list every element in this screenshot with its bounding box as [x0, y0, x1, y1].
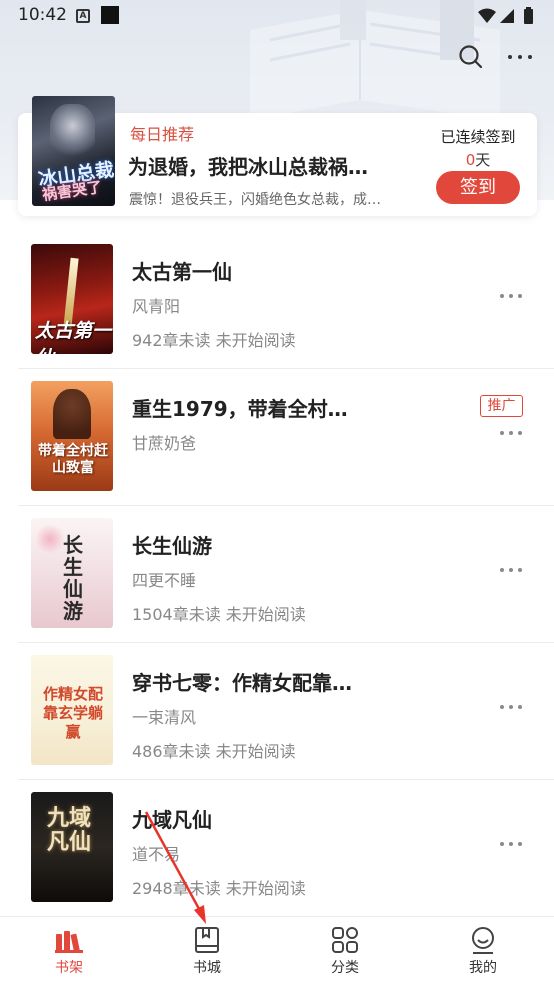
- battery-icon: [524, 9, 533, 24]
- list-item[interactable]: 太古第一仙 太古第一仙 风青阳 942章未读 未开始阅读: [0, 232, 554, 369]
- book-progress: 1504章未读 未开始阅读: [132, 605, 306, 624]
- book-more-icon[interactable]: [500, 838, 524, 850]
- category-icon: [332, 927, 358, 953]
- sign-in-streak-label: 已连续签到: [440, 128, 516, 146]
- book-cover[interactable]: 太古第一仙: [31, 244, 113, 354]
- book-cover[interactable]: 长生仙游: [31, 518, 113, 628]
- wifi-icon: [478, 8, 496, 23]
- tab-category[interactable]: 分类: [276, 917, 414, 984]
- list-item[interactable]: 九域凡仙 九域凡仙 道不易 2948章未读 未开始阅读: [0, 780, 554, 917]
- signal-icon: [500, 9, 514, 23]
- book-progress: 942章未读 未开始阅读: [132, 331, 296, 350]
- book-more-icon[interactable]: [500, 290, 524, 302]
- book-progress: 486章未读 未开始阅读: [132, 742, 296, 761]
- tab-bookshelf[interactable]: 书架: [0, 917, 138, 984]
- book-author: 四更不睡: [132, 571, 197, 590]
- book-cover[interactable]: 九域凡仙: [31, 792, 113, 902]
- search-icon[interactable]: [456, 42, 486, 72]
- sign-in-days: 0天: [465, 151, 491, 169]
- book-author: 风青阳: [132, 297, 181, 316]
- book-more-icon[interactable]: [500, 701, 524, 713]
- bookstore-icon: [195, 927, 219, 953]
- book-cover[interactable]: 作精女配靠玄学躺赢: [31, 655, 113, 765]
- bookshelf-icon: [55, 931, 83, 953]
- book-cover[interactable]: 带着全村赶山致富: [31, 381, 113, 491]
- promo-badge: 推广: [480, 395, 523, 417]
- list-item[interactable]: 长生仙游 长生仙游 四更不睡 1504章未读 未开始阅读: [0, 506, 554, 643]
- more-icon[interactable]: [506, 42, 536, 72]
- recommend-book-cover[interactable]: 冰山总裁 祸害哭了: [32, 96, 115, 206]
- book-author: 一束清风: [132, 708, 197, 727]
- bottom-navigation: 书架 书城 分类 我的: [0, 916, 554, 984]
- sign-in-button[interactable]: 签到: [436, 171, 520, 204]
- book-progress: 2948章未读 未开始阅读: [132, 879, 306, 898]
- recommend-book-description: 震惊！退役兵王，闪婚绝色女总裁，成为上门女婿: [129, 192, 391, 208]
- book-author: 道不易: [132, 845, 181, 864]
- list-item[interactable]: 带着全村赶山致富 重生1979，带着全村赶山致富 推广 甘蔗奶爸: [0, 369, 554, 506]
- recommend-book-title[interactable]: 为退婚，我把冰山总裁祸害哭了: [128, 151, 373, 180]
- book-author: 甘蔗奶爸: [132, 434, 197, 453]
- tab-profile[interactable]: 我的: [414, 917, 552, 984]
- notification-square-icon: [101, 6, 119, 24]
- profile-icon: [472, 927, 494, 954]
- book-more-icon[interactable]: [500, 427, 524, 439]
- list-item[interactable]: 作精女配靠玄学躺赢 穿书七零：作精女配靠玄学躺赢 一束清风 486章未读 未开始…: [0, 643, 554, 780]
- book-title: 穿书七零：作精女配靠玄学躺赢: [132, 671, 362, 695]
- book-title: 九域凡仙: [132, 808, 212, 832]
- status-time: 10:42: [18, 5, 67, 25]
- status-bar: 10:42 A: [0, 0, 554, 32]
- notification-a-icon: A: [76, 9, 90, 23]
- book-title: 重生1979，带着全村赶山致富: [132, 397, 362, 421]
- system-status-icons: [478, 7, 533, 24]
- book-title: 长生仙游: [132, 534, 212, 558]
- tab-bookstore[interactable]: 书城: [138, 917, 276, 984]
- book-more-icon[interactable]: [500, 564, 524, 576]
- book-title: 太古第一仙: [132, 260, 232, 284]
- daily-recommend-tag: 每日推荐: [130, 125, 195, 144]
